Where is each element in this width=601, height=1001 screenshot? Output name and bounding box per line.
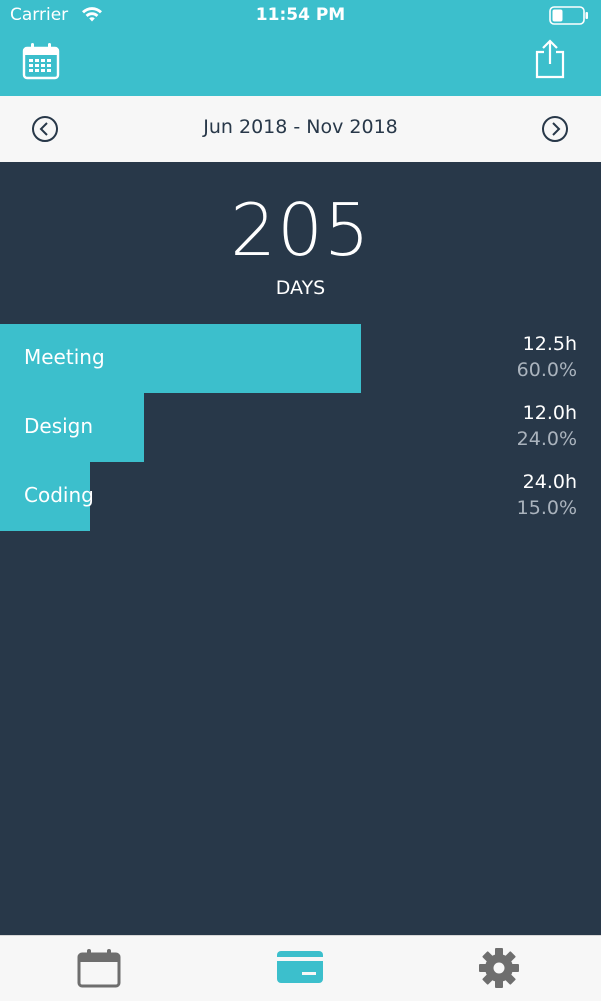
status-bar: Carrier 11:54 PM [0, 0, 601, 32]
category-label-design: Design [24, 414, 94, 438]
category-percent-meeting: 60.0% [516, 359, 577, 381]
category-label-coding: Coding [24, 483, 94, 507]
category-hours-meeting: 12.5h [522, 333, 577, 355]
tab-bar [0, 935, 601, 1001]
tab-settings[interactable] [477, 946, 523, 992]
category-hours-coding: 24.0h [522, 471, 577, 493]
total-days-unit: DAYS [275, 277, 326, 299]
category-percent-coding: 15.0% [516, 497, 577, 519]
share-icon[interactable] [532, 38, 568, 80]
category-hours-design: 12.0h [522, 402, 577, 424]
battery-icon [549, 6, 589, 25]
tab-summary[interactable] [276, 946, 326, 992]
status-time: 11:54 PM [255, 5, 346, 25]
date-range-bar: Jun 2018 - Nov 2018 [0, 96, 601, 162]
date-range-label: Jun 2018 - Nov 2018 [203, 116, 398, 138]
gear-icon [477, 948, 521, 994]
top-header: Carrier 11:54 PM [0, 0, 601, 96]
tab-calendar[interactable] [76, 946, 124, 992]
card-icon [276, 951, 324, 990]
chevron-left-circle-icon[interactable] [31, 115, 59, 143]
chevron-right-circle-icon[interactable] [541, 115, 569, 143]
category-label-meeting: Meeting [24, 345, 105, 369]
calendar-grid-icon[interactable] [22, 42, 60, 80]
total-days-count: 205 [230, 188, 371, 272]
category-percent-design: 24.0% [516, 428, 577, 450]
calendar-icon [76, 949, 122, 992]
